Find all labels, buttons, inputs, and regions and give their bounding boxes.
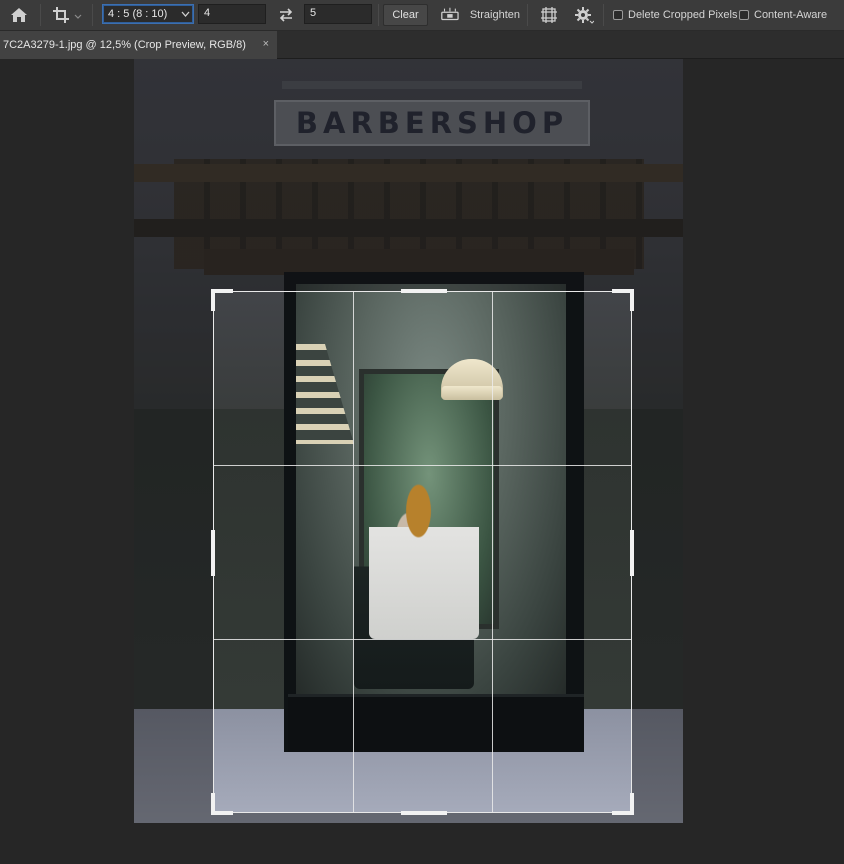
separator: [92, 4, 93, 26]
crop-handle-top-left[interactable]: [211, 289, 215, 311]
aspect-ratio-select[interactable]: 4 : 5 (8 : 10): [102, 4, 194, 24]
crop-settings-button[interactable]: [573, 5, 595, 25]
content-aware-checkbox[interactable]: [739, 10, 749, 20]
crop-handle-left[interactable]: [211, 530, 215, 576]
close-tab-button[interactable]: ×: [263, 38, 269, 50]
ratio-width-input[interactable]: 4: [198, 4, 266, 24]
crop-shield: [134, 291, 213, 823]
aspect-ratio-value: 4 : 5 (8 : 10): [108, 8, 168, 20]
crop-handle-bottom[interactable]: [401, 811, 447, 815]
crop-handle-top-right[interactable]: [630, 289, 634, 311]
separator: [527, 4, 528, 26]
crop-handle-top[interactable]: [401, 289, 447, 293]
swap-arrows-icon: [279, 8, 293, 22]
gear-icon: [575, 7, 594, 24]
separator: [378, 4, 379, 26]
thirds-gridline: [214, 639, 631, 640]
straighten-button[interactable]: Straighten: [440, 5, 520, 25]
delete-cropped-pixels-label[interactable]: Delete Cropped Pixels: [628, 9, 737, 21]
home-icon: [11, 8, 27, 22]
crop-shield: [134, 59, 683, 291]
document-tab[interactable]: 7C2A3279-1.jpg @ 12,5% (Crop Preview, RG…: [0, 31, 277, 59]
crop-handle-right[interactable]: [630, 530, 634, 576]
crop-handle-bottom-right[interactable]: [630, 793, 634, 815]
home-button[interactable]: [8, 5, 30, 25]
ratio-height-input[interactable]: 5: [304, 4, 372, 24]
clear-button[interactable]: Clear: [383, 4, 428, 26]
document-tab-title: 7C2A3279-1.jpg @ 12,5% (Crop Preview, RG…: [3, 39, 246, 51]
straighten-label: Straighten: [469, 9, 520, 21]
thirds-gridline: [492, 292, 493, 812]
swap-dimensions-button[interactable]: [276, 5, 296, 25]
thirds-gridline: [214, 465, 631, 466]
crop-shield: [632, 291, 683, 823]
thirds-gridline: [353, 292, 354, 812]
delete-cropped-pixels-checkbox[interactable]: [613, 10, 623, 20]
separator: [603, 4, 604, 26]
document-tab-bar: 7C2A3279-1.jpg @ 12,5% (Crop Preview, RG…: [0, 31, 844, 59]
crop-box[interactable]: [211, 289, 634, 815]
document-canvas[interactable]: BARBERSHOP: [0, 59, 844, 864]
grid-overlay-icon: [541, 7, 557, 23]
crop-icon: [53, 7, 82, 23]
crop-handle-bottom-left[interactable]: [211, 793, 215, 815]
overlay-options-button[interactable]: [538, 5, 560, 25]
chevron-down-icon: [181, 11, 190, 17]
separator: [40, 4, 41, 26]
options-bar: 4 : 5 (8 : 10) 4 5 Clear Straighten Dele…: [0, 0, 844, 31]
level-icon: [441, 7, 459, 21]
crop-tool-preset-button[interactable]: [50, 5, 84, 25]
content-aware-label[interactable]: Content-Aware: [754, 9, 827, 21]
